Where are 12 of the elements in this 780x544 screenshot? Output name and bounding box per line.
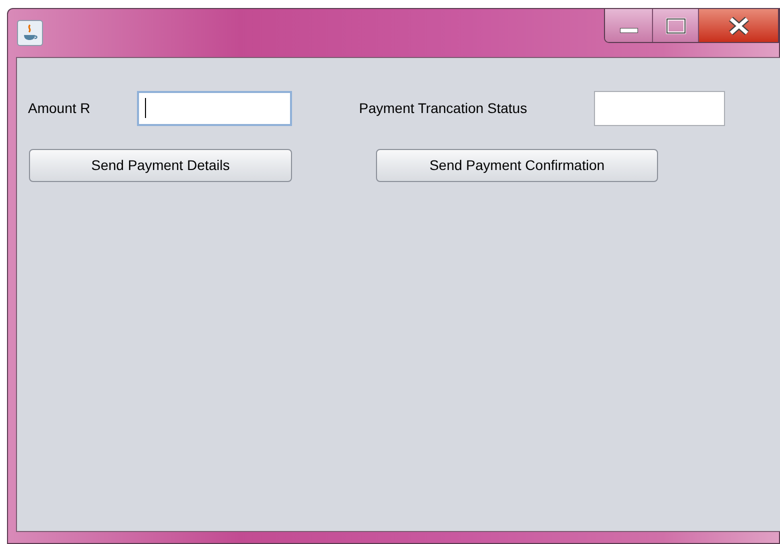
send-button[interactable]: Send Payment Confirmation [376,149,658,182]
field-label: Amount R [28,98,92,118]
input-field[interactable] [594,90,725,126]
maximize-icon [666,18,686,34]
minimize-button[interactable] [605,9,653,42]
close-icon [728,16,750,34]
send-button[interactable]: Send Payment Details [29,149,292,182]
maximize-button[interactable] [653,9,699,42]
close-button[interactable] [699,9,778,42]
minimize-icon [620,28,638,33]
input-field[interactable] [137,90,292,126]
field-label: Payment Trancation Status [359,98,528,118]
